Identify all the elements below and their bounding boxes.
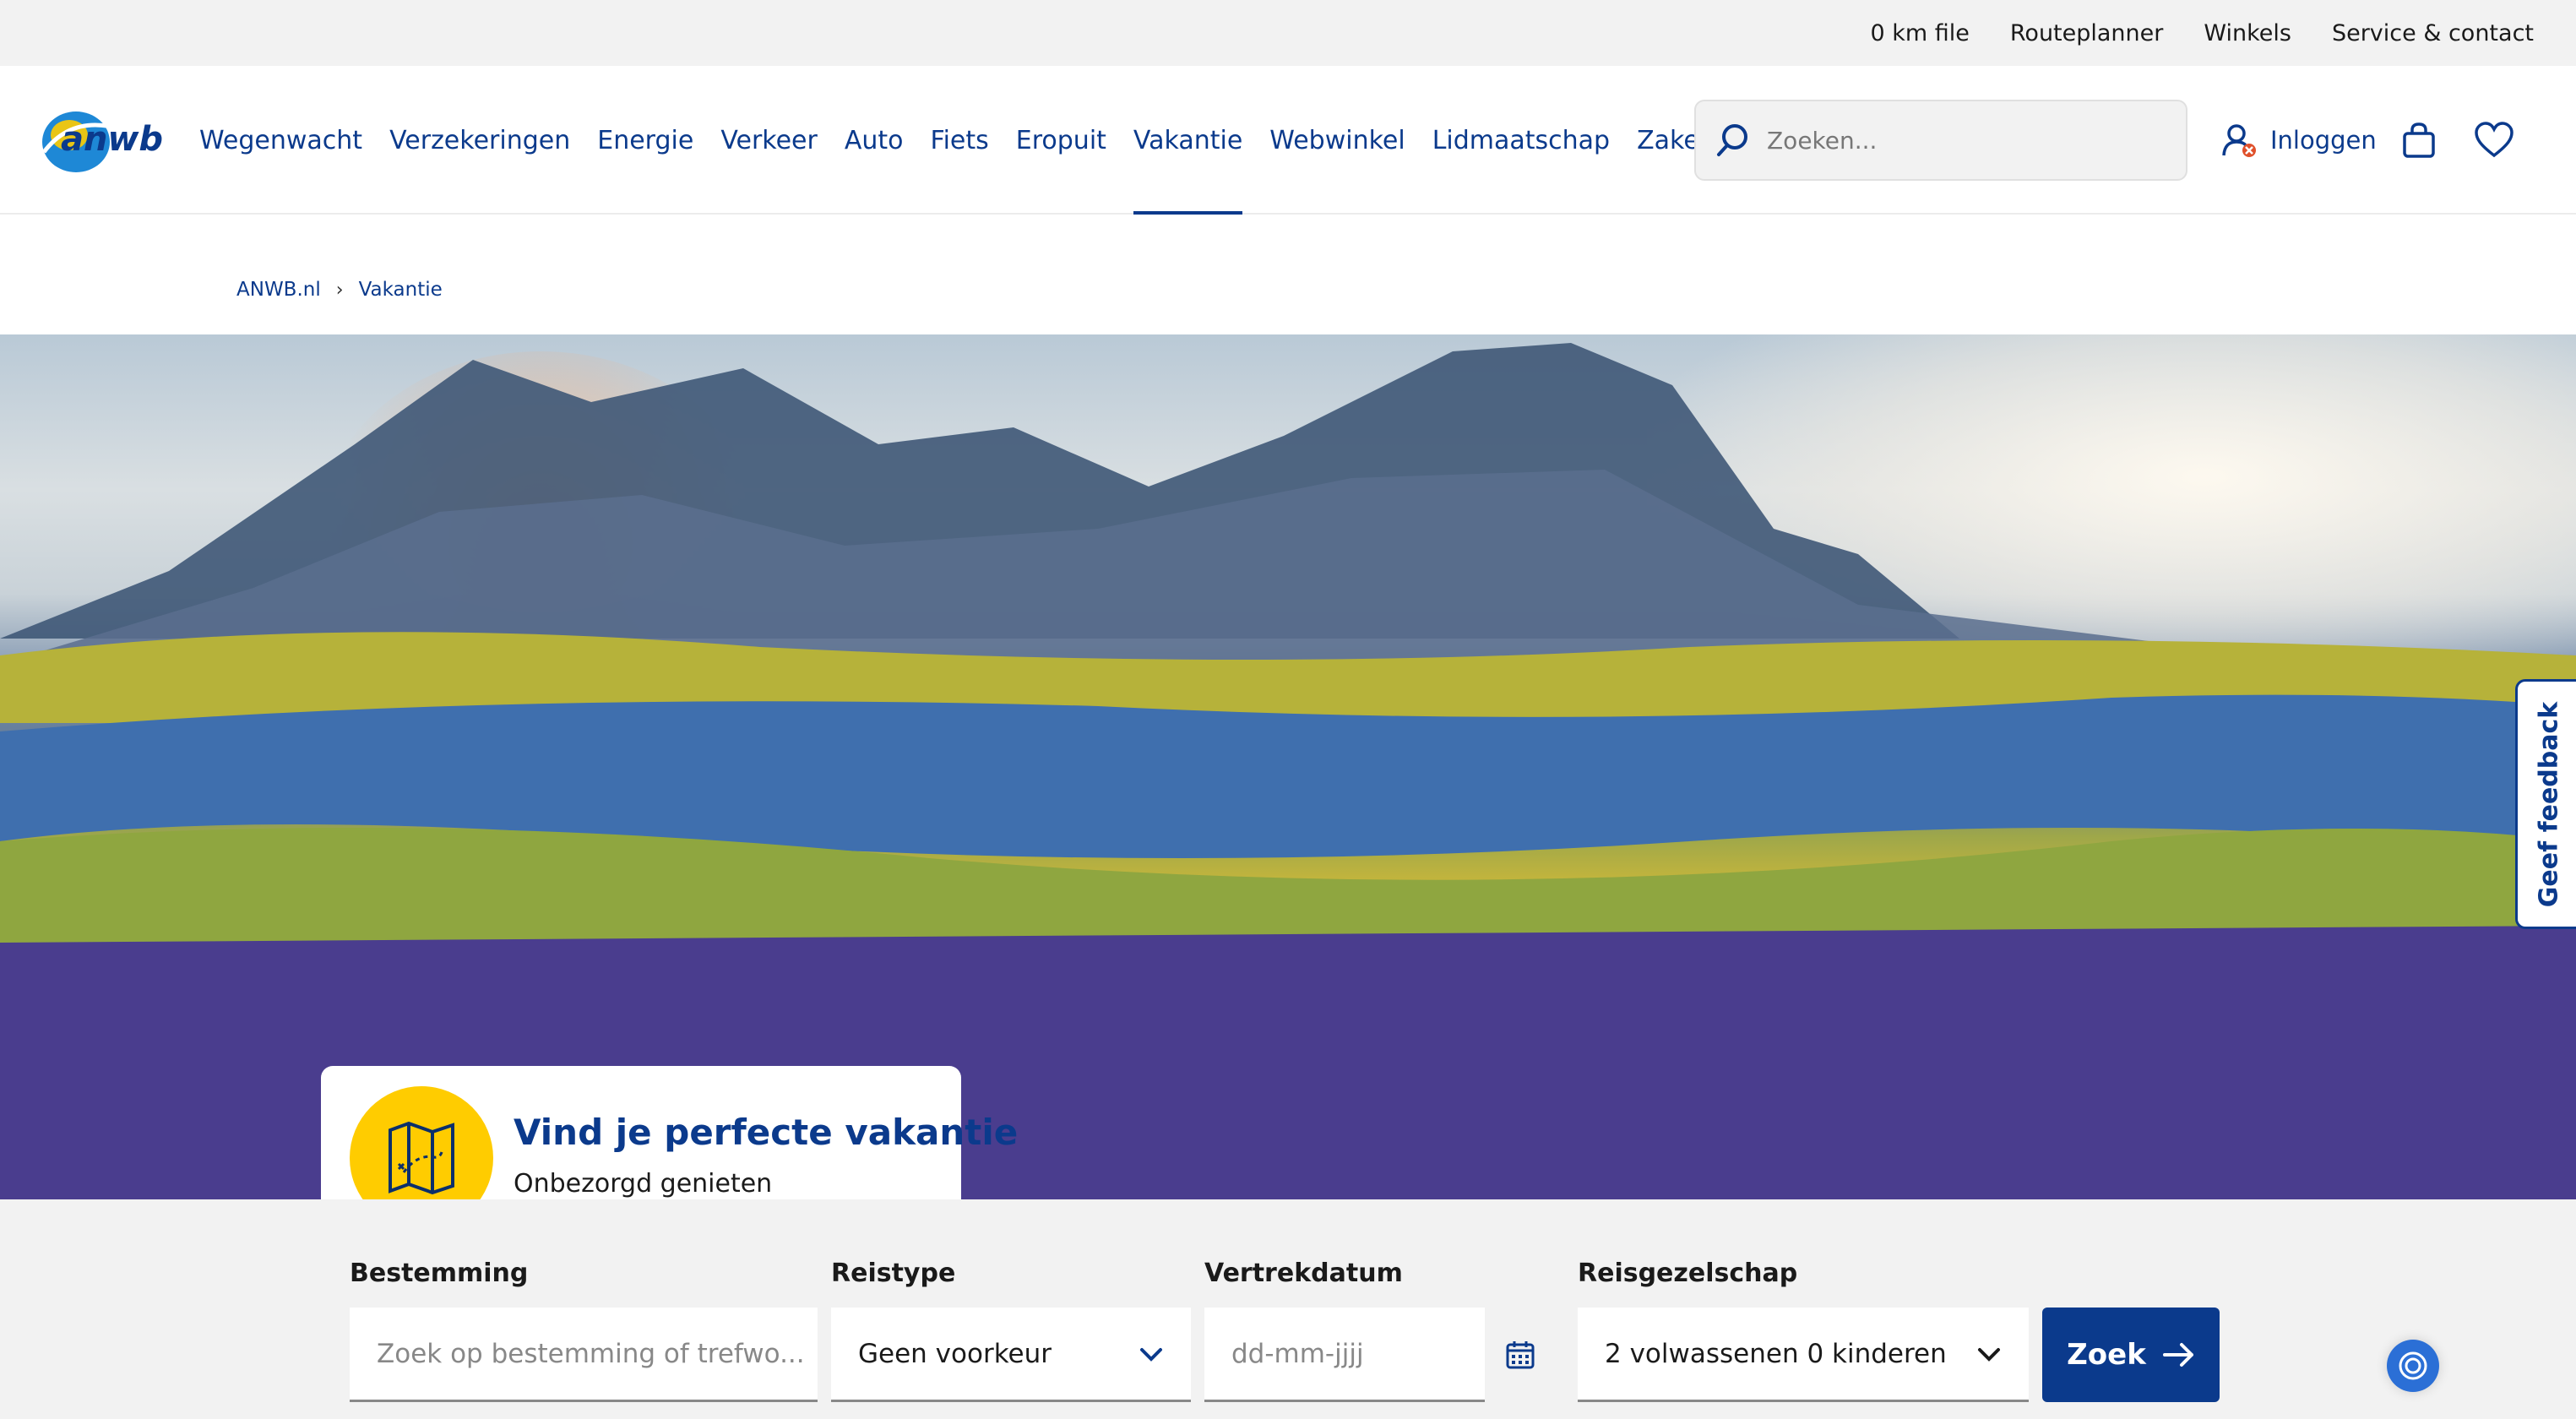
destination-input[interactable]: Zoek op bestemming of trefwo... [350,1308,818,1402]
user-icon [2222,124,2256,157]
search-box[interactable] [1694,100,2187,181]
nav-item-verkeer[interactable]: Verkeer [707,66,831,215]
chevron-down-icon [1978,1348,2000,1362]
chat-assistant-button[interactable] [2387,1340,2439,1392]
nav-item-eropuit[interactable]: Eropuit [1003,66,1120,215]
favorites-heart-icon[interactable] [2475,122,2514,159]
nav-item-energie[interactable]: Energie [584,66,707,215]
utility-link-routeplanner[interactable]: Routeplanner [2010,20,2164,46]
search-submit-button[interactable]: Zoek [2042,1308,2220,1402]
utility-bar: 0 km file Routeplanner Winkels Service &… [0,0,2576,66]
promo-title: Vind je perfecte vakantie [514,1112,1019,1153]
chevron-right-icon: › [335,279,344,301]
nav-item-fiets[interactable]: Fiets [917,66,1003,215]
destination-label: Bestemming [350,1259,529,1288]
nav-item-webwinkel[interactable]: Webwinkel [1256,66,1418,215]
breadcrumb: ANWB.nl › Vakantie [236,279,443,301]
party-select[interactable]: 2 volwassenen 0 kinderen [1578,1308,2029,1402]
travel-type-label: Reistype [831,1259,956,1288]
nav-item-wegenwacht[interactable]: Wegenwacht [199,66,376,215]
utility-link-service[interactable]: Service & contact [2332,20,2534,46]
promo-card: Vind je perfecte vakantie Onbezorgd geni… [321,1066,1018,1230]
calendar-icon[interactable] [1505,1340,1535,1370]
anwb-logo[interactable]: anwb [35,101,179,177]
feedback-tab[interactable]: Geef feedback [2515,679,2576,929]
departure-date-input[interactable]: dd-mm-jjjj [1204,1308,1485,1402]
arrow-right-icon [2162,1343,2193,1367]
chat-assistant-icon [2399,1351,2427,1380]
travel-type-value: Geen voorkeur [858,1338,1052,1369]
departure-label: Vertrekdatum [1204,1259,1403,1288]
search-icon [1717,124,1747,156]
utility-links: 0 km file Routeplanner Winkels Service &… [1870,0,2534,66]
main-header: anwb Wegenwacht Verzekeringen Energie Ve… [0,66,2576,215]
login-label: Inloggen [2270,126,2377,155]
shopping-bag-icon[interactable] [2400,122,2437,159]
feedback-label: Geef feedback [2534,701,2563,907]
search-input[interactable] [1767,126,2155,155]
utility-link-winkels[interactable]: Winkels [2204,20,2291,46]
search-submit-label: Zoek [2067,1338,2146,1372]
logo-text: anwb [61,120,163,159]
breadcrumb-home[interactable]: ANWB.nl [236,279,321,301]
travel-type-select[interactable]: Geen voorkeur [831,1308,1191,1402]
vacation-search-form: Bestemming Zoek op bestemming of trefwo.… [0,1199,2576,1419]
nav-item-verzekeringen[interactable]: Verzekeringen [376,66,584,215]
utility-link-file[interactable]: 0 km file [1870,20,1969,46]
nav-item-lidmaatschap[interactable]: Lidmaatschap [1419,66,1623,215]
nav-item-auto[interactable]: Auto [831,66,917,215]
chevron-down-icon [1140,1348,1162,1362]
promo-subtitle: Onbezorgd genieten [514,1169,773,1199]
breadcrumb-current[interactable]: Vakantie [359,279,443,301]
party-value: 2 volwassenen 0 kinderen [1605,1338,1947,1369]
main-nav: Wegenwacht Verzekeringen Energie Verkeer… [199,66,1748,215]
party-label: Reisgezelschap [1578,1259,1798,1288]
nav-item-vakantie[interactable]: Vakantie [1120,66,1256,215]
login-button[interactable]: Inloggen [2221,115,2377,166]
